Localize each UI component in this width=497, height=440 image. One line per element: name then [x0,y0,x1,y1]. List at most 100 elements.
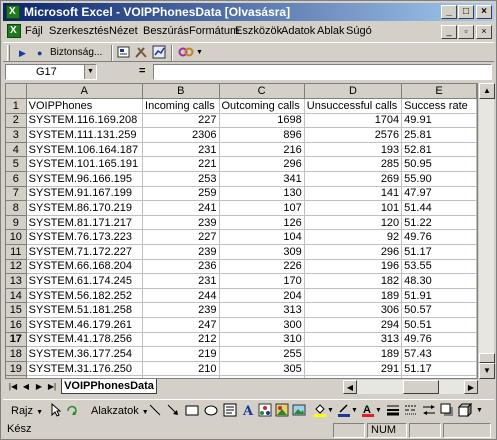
menu-window[interactable]: Ablak [317,25,345,37]
cell-c1[interactable]: Outcoming calls [219,98,305,114]
cell-e1[interactable]: Success rate [401,98,477,114]
cell-c17[interactable]: 310 [219,332,305,348]
wordart-icon[interactable]: A [242,403,256,419]
cell-e19[interactable]: 51.17 [401,361,477,377]
cell-d4[interactable]: 193 [304,142,403,158]
doc-close-button[interactable]: × [476,25,492,39]
column-header-c[interactable]: C [219,84,305,100]
formula-input[interactable] [153,64,492,80]
cell-c15[interactable]: 313 [219,302,305,318]
cell-d19[interactable]: 291 [304,361,403,377]
cell-e2[interactable]: 49.91 [401,113,477,129]
line-icon[interactable] [149,403,161,419]
free-rotate-icon[interactable] [65,403,79,419]
menu-format[interactable]: Formátum [189,25,239,37]
column-header-e[interactable]: E [401,84,477,100]
menu-data[interactable]: Adatok [281,25,315,37]
cell-e5[interactable]: 50.95 [401,156,477,173]
chevron-down-icon[interactable]: ▼ [476,403,483,419]
row-header[interactable]: 8 [6,200,27,216]
cell-c18[interactable]: 255 [219,346,305,362]
cell-b1[interactable]: Incoming calls [142,98,220,114]
scroll-left-icon[interactable]: ◀ [343,380,357,394]
first-sheet-icon[interactable]: |◀ [7,380,19,394]
cell-a19[interactable]: SYSTEM.31.176.250 [26,361,144,377]
record-icon[interactable]: ● [37,45,42,61]
cell-d13[interactable]: 182 [304,273,403,289]
column-header-b[interactable]: B [142,84,220,100]
scroll-right-icon[interactable]: ▶ [464,380,478,394]
workbook-icon[interactable]: X [7,24,21,38]
next-sheet-icon[interactable]: ▶ [33,380,45,394]
cell-e14[interactable]: 51.91 [401,288,477,304]
cell-e3[interactable]: 25.81 [401,127,477,143]
cell-b19[interactable]: 210 [142,361,220,377]
last-sheet-icon[interactable]: ▶| [46,380,58,394]
cell-a14[interactable]: SYSTEM.56.182.252 [26,288,144,304]
cell-a6[interactable]: SYSTEM.96.166.195 [26,171,144,187]
cell-e16[interactable]: 50.51 [401,317,477,333]
cell-a7[interactable]: SYSTEM.91.167.199 [26,186,144,202]
cell-d3[interactable]: 2576 [304,127,403,143]
cell-a4[interactable]: SYSTEM.106.164.187 [26,142,144,158]
menu-edit[interactable]: Szerkesztés [49,25,109,37]
hyperlink-icon[interactable] [178,45,194,61]
design-tools-icon[interactable] [134,45,148,61]
cell-b17[interactable]: 212 [142,332,220,348]
row-header[interactable]: 5 [6,156,27,173]
cell-b16[interactable]: 247 [142,317,220,333]
picture-icon[interactable] [292,403,306,419]
chevron-down-icon[interactable]: ▼ [196,45,203,61]
vertical-scrollbar[interactable]: ▲ ▼ [478,83,495,379]
cell-b18[interactable]: 219 [142,346,220,362]
cell-d8[interactable]: 101 [304,200,403,216]
column-header-a[interactable]: A [26,84,144,100]
sheet-tab-voipphonesdata[interactable]: VOIPPhonesData [61,379,157,394]
row-header[interactable]: 12 [6,259,27,275]
cell-b7[interactable]: 259 [142,186,220,202]
cell-a18[interactable]: SYSTEM.36.177.254 [26,346,144,362]
cell-c6[interactable]: 341 [219,171,305,187]
cell-b15[interactable]: 239 [142,302,220,318]
cell-a10[interactable]: SYSTEM.76.173.223 [26,229,144,246]
cell-e6[interactable]: 55.90 [401,171,477,187]
menu-file[interactable]: Fájl [25,25,43,37]
cell-b14[interactable]: 244 [142,288,220,304]
cell-b5[interactable]: 221 [142,156,220,173]
scroll-up-icon[interactable]: ▲ [479,83,495,99]
control-toolbox-icon[interactable] [117,45,131,61]
cell-e13[interactable]: 48.30 [401,273,477,289]
cell-c16[interactable]: 300 [219,317,305,333]
fill-color-icon[interactable] [313,403,327,419]
3d-style-icon[interactable] [457,402,473,419]
menu-insert[interactable]: Beszúrás [143,25,189,37]
column-header-d[interactable]: D [304,84,403,100]
cell-b8[interactable]: 241 [142,200,220,216]
row-header[interactable]: 15 [6,302,27,318]
cell-a13[interactable]: SYSTEM.61.174.245 [26,273,144,289]
cell-d17[interactable]: 313 [304,332,403,348]
cell-e15[interactable]: 50.57 [401,302,477,318]
play-icon[interactable]: ▶ [19,45,26,61]
cell-d15[interactable]: 306 [304,302,403,318]
cell-e4[interactable]: 52.81 [401,142,477,158]
row-header[interactable]: 7 [6,186,27,202]
row-header[interactable]: 17 [6,332,27,348]
row-header[interactable]: 1 [6,98,27,114]
arrow-style-icon[interactable] [422,403,436,419]
rectangle-icon[interactable] [185,403,199,419]
row-header[interactable]: 19 [6,361,27,377]
select-objects-icon[interactable] [51,402,62,419]
cell-b10[interactable]: 227 [142,229,220,246]
cell-a5[interactable]: SYSTEM.101.165.191 [26,156,144,173]
insert-function-button[interactable]: = [139,65,145,77]
cell-c10[interactable]: 104 [219,229,305,246]
visual-basic-editor-icon[interactable] [152,45,166,61]
row-header[interactable]: 14 [6,288,27,304]
cell-c8[interactable]: 107 [219,200,305,216]
cell-e7[interactable]: 47.97 [401,186,477,202]
cell-a16[interactable]: SYSTEM.46.179.261 [26,317,144,333]
cell-d10[interactable]: 92 [304,229,403,246]
draw-menu-button[interactable]: Rajz ▼ [11,403,43,419]
cell-d11[interactable]: 296 [304,244,403,260]
